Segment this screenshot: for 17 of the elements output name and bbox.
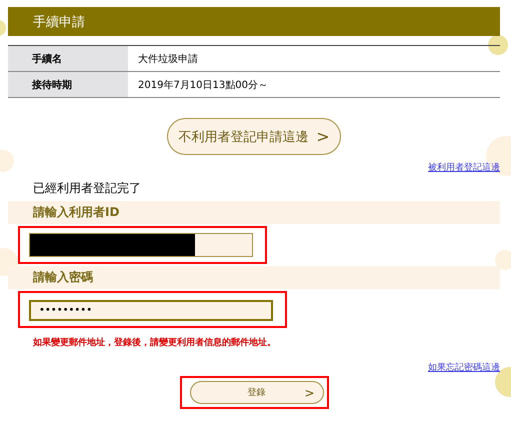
- forgot-password-link[interactable]: 如果忘記密碼這邊: [428, 361, 500, 374]
- user-id-label: 請輸入利用者ID: [8, 201, 500, 224]
- table-header-cell: 手續名: [8, 46, 128, 71]
- user-id-field[interactable]: [29, 233, 253, 257]
- section-header: 手續申請: [8, 7, 500, 36]
- password-field[interactable]: •••••••••: [29, 300, 273, 321]
- unregistered-apply-button[interactable]: 不利用者登記申請這邊 >: [167, 118, 341, 155]
- decorative-circle: [495, 250, 511, 270]
- notice-text: 如果變更郵件地址，登錄後，請變更利用者信息的郵件地址。: [33, 336, 277, 349]
- status-text: 已經利用者登記完了: [33, 180, 142, 197]
- password-label: 請輸入密碼: [8, 266, 500, 289]
- table-cell-text: 大件垃圾申請: [137, 52, 199, 66]
- table-header-cell: 接待時期: [8, 72, 128, 97]
- registered-user-link[interactable]: 被利用者登記這邊: [428, 161, 500, 174]
- table-cell-text: 2019年7月10日13點00分～: [137, 78, 269, 92]
- decorative-circle: [488, 35, 508, 55]
- login-button[interactable]: 登錄 >: [190, 381, 324, 404]
